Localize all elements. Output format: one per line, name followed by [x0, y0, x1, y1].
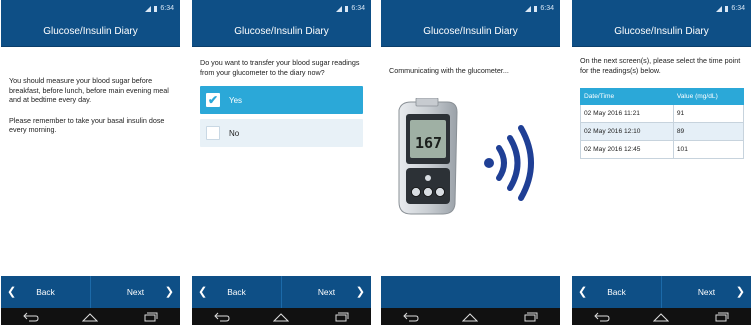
system-nav-bar [381, 308, 560, 325]
checkbox-checked-icon[interactable]: ✔ [206, 93, 220, 108]
back-arrow-icon[interactable] [214, 312, 230, 322]
checkbox-unchecked-icon[interactable] [206, 126, 220, 141]
chevron-right-icon: ❯ [735, 286, 745, 298]
select-instruction: On the next screen(s), please select the… [580, 56, 741, 75]
wireless-signal-icon [484, 125, 534, 201]
communicating-status: Communicating with the glucometer... [389, 66, 509, 75]
back-arrow-icon[interactable] [403, 312, 419, 322]
battery-icon [534, 5, 538, 12]
recent-apps-icon[interactable] [142, 312, 158, 322]
next-button[interactable]: Next ❯ [91, 276, 180, 308]
bottom-nav-empty [381, 276, 560, 308]
battery-icon [345, 5, 349, 12]
table-row[interactable]: 02 May 2016 12:10 89 [580, 122, 745, 142]
back-label: Back [607, 287, 626, 297]
cell-value: 89 [672, 122, 745, 142]
option-yes-label: Yes [229, 95, 243, 105]
status-bar: 6:34 [381, 0, 560, 17]
phone-screen-intro: 6:34 Glucose/Insulin Diary You should me… [1, 0, 180, 325]
recent-apps-icon[interactable] [713, 312, 729, 322]
back-button[interactable]: ❮ Back [1, 276, 91, 308]
cell-datetime: 02 May 2016 12:10 [580, 122, 674, 142]
status-bar: 6:34 [1, 0, 180, 17]
cell-value: 91 [672, 104, 745, 124]
signal-icon [145, 5, 152, 12]
phone-screen-transfer-question: 6:34 Glucose/Insulin Diary Do you want t… [192, 0, 371, 325]
option-no-label: No [229, 128, 240, 138]
status-bar: 6:34 [572, 0, 751, 17]
back-arrow-icon[interactable] [594, 312, 610, 322]
cell-value: 101 [672, 140, 745, 160]
table-header-row: Date/Time Value (mg/dL) [580, 88, 745, 106]
content-area: Do you want to transfer your blood sugar… [192, 46, 371, 276]
next-button[interactable]: Next ❯ [662, 276, 751, 308]
back-label: Back [227, 287, 246, 297]
recent-apps-icon[interactable] [522, 312, 538, 322]
next-label: Next [317, 287, 336, 297]
readings-table: Date/Time Value (mg/dL) 02 May 2016 11:2… [580, 88, 745, 160]
signal-icon [716, 5, 723, 12]
meter-display-reading: 167 [415, 134, 442, 152]
column-header-value: Value (mg/dL) [672, 88, 745, 106]
back-arrow-icon[interactable] [23, 312, 39, 322]
option-yes[interactable]: ✔ Yes [200, 86, 363, 115]
status-bar: 6:34 [192, 0, 371, 17]
app-title: Glucose/Insulin Diary [192, 17, 371, 47]
chevron-left-icon: ❮ [578, 286, 588, 298]
battery-icon [154, 5, 158, 12]
recent-apps-icon[interactable] [333, 312, 349, 322]
status-time: 6:34 [351, 5, 365, 12]
signal-icon [336, 5, 343, 12]
content-area: Communicating with the glucometer... 167 [381, 46, 560, 276]
next-label: Next [126, 287, 145, 297]
home-icon[interactable] [462, 312, 479, 322]
app-title: Glucose/Insulin Diary [381, 17, 560, 47]
system-nav-bar [572, 308, 751, 325]
phone-screen-readings: 6:34 Glucose/Insulin Diary On the next s… [572, 0, 751, 325]
table-row[interactable]: 02 May 2016 11:21 91 [580, 104, 745, 124]
status-time: 6:34 [540, 5, 554, 12]
system-nav-bar [192, 308, 371, 325]
table-row[interactable]: 02 May 2016 12:45 101 [580, 140, 745, 160]
battery-icon [725, 5, 729, 12]
chevron-right-icon: ❯ [355, 286, 365, 298]
bottom-nav: ❮ Back Next ❯ [572, 276, 751, 308]
transfer-question: Do you want to transfer your blood sugar… [200, 58, 360, 77]
glucometer-illustration: 167 [398, 98, 534, 215]
home-icon[interactable] [653, 312, 670, 322]
option-no[interactable]: No [200, 119, 363, 148]
instruction-text: You should measure your blood sugar befo… [9, 76, 169, 105]
content-area: On the next screen(s), please select the… [572, 46, 751, 276]
column-header-datetime: Date/Time [580, 88, 674, 106]
bottom-nav: ❮ Back Next ❯ [192, 276, 371, 308]
reminder-text: Please remember to take your basal insul… [9, 115, 165, 135]
phone-screen-communicating: 6:34 Glucose/Insulin Diary Communicating… [381, 0, 560, 325]
system-nav-bar [1, 308, 180, 325]
status-time: 6:34 [731, 5, 745, 12]
back-label: Back [36, 287, 55, 297]
cell-datetime: 02 May 2016 12:45 [580, 140, 674, 160]
app-title: Glucose/Insulin Diary [1, 17, 180, 47]
chevron-left-icon: ❮ [7, 286, 17, 298]
home-icon[interactable] [82, 312, 99, 322]
chevron-right-icon: ❯ [164, 286, 174, 298]
next-button[interactable]: Next ❯ [282, 276, 371, 308]
content-area: You should measure your blood sugar befo… [1, 46, 180, 276]
back-button[interactable]: ❮ Back [572, 276, 662, 308]
cell-datetime: 02 May 2016 11:21 [580, 104, 674, 124]
signal-icon [525, 5, 532, 12]
next-label: Next [697, 287, 716, 297]
status-time: 6:34 [160, 5, 174, 12]
back-button[interactable]: ❮ Back [192, 276, 282, 308]
home-icon[interactable] [273, 312, 290, 322]
chevron-left-icon: ❮ [198, 286, 208, 298]
app-title: Glucose/Insulin Diary [572, 17, 751, 47]
bottom-nav: ❮ Back Next ❯ [1, 276, 180, 308]
